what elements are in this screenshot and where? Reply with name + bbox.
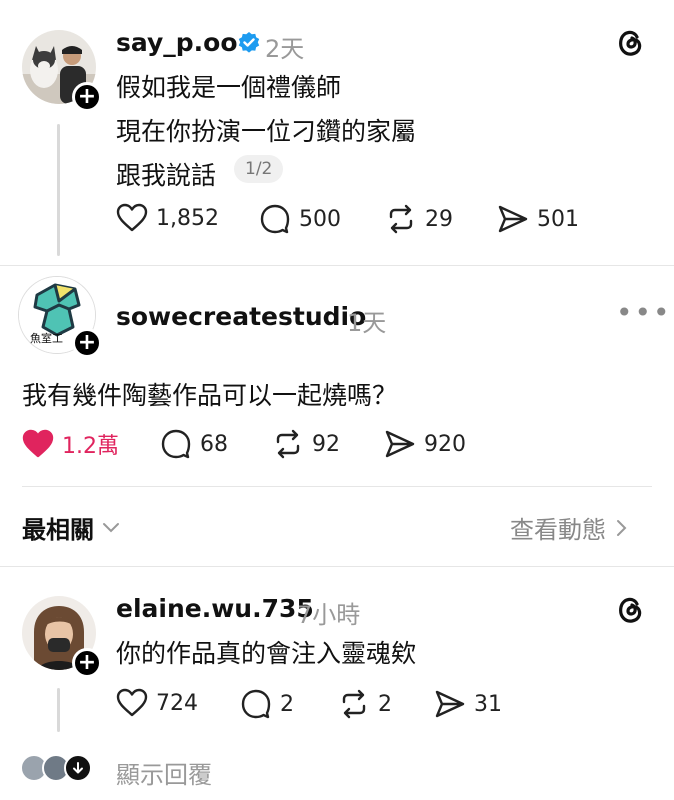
repost-count: 92 bbox=[312, 431, 340, 457]
page-indicator: 1/2 bbox=[234, 155, 284, 183]
follow-plus-button[interactable]: + bbox=[72, 648, 102, 678]
send-icon bbox=[498, 205, 528, 233]
repost-icon bbox=[276, 429, 300, 459]
post-username[interactable]: say_p.oo bbox=[116, 28, 238, 57]
repost-button[interactable]: 2 bbox=[338, 688, 392, 720]
repost-button[interactable]: 92 bbox=[272, 428, 340, 460]
post-time: 2天 bbox=[265, 35, 305, 63]
chevron-down-icon bbox=[103, 522, 119, 532]
share-count: 920 bbox=[424, 431, 466, 457]
divider bbox=[22, 486, 652, 487]
share-count: 31 bbox=[474, 691, 502, 717]
post-text-line: 現在你扮演一位刁鑽的家屬 bbox=[116, 117, 417, 146]
like-button[interactable]: 724 bbox=[116, 688, 198, 718]
repost-icon bbox=[389, 204, 413, 234]
follow-plus-button[interactable]: + bbox=[72, 82, 102, 112]
repost-count: 29 bbox=[425, 206, 453, 232]
share-button[interactable]: 920 bbox=[384, 428, 466, 460]
post-text-line: 假如我是一個禮儀師 bbox=[116, 73, 342, 102]
like-count: 1,852 bbox=[156, 205, 219, 231]
view-activity-link[interactable]: 查看動態 bbox=[510, 510, 628, 545]
repost-button[interactable]: 29 bbox=[385, 203, 453, 235]
threads-logo-icon[interactable] bbox=[614, 593, 646, 633]
repost-icon bbox=[342, 689, 366, 719]
post-time: 1天 bbox=[347, 309, 387, 337]
reply-count: 2 bbox=[280, 691, 294, 717]
like-button[interactable]: 1,852 bbox=[116, 203, 219, 233]
like-count: 724 bbox=[156, 690, 198, 716]
verified-badge-icon bbox=[237, 31, 261, 59]
heart-icon bbox=[116, 688, 148, 717]
comment-icon bbox=[260, 204, 290, 234]
post-text-line: 跟我說話 bbox=[116, 161, 217, 190]
share-button[interactable]: 501 bbox=[497, 203, 579, 235]
divider bbox=[0, 566, 674, 567]
share-count: 501 bbox=[537, 206, 579, 232]
send-icon bbox=[435, 690, 465, 718]
activity-label: 查看動態 bbox=[510, 516, 606, 544]
repost-count: 2 bbox=[378, 691, 392, 717]
expand-replies-icon[interactable] bbox=[64, 754, 92, 782]
reply-button[interactable]: 500 bbox=[259, 203, 341, 235]
sort-dropdown[interactable]: 最相關 bbox=[22, 510, 120, 545]
share-button[interactable]: 31 bbox=[434, 688, 502, 720]
like-count: 1.2萬 bbox=[62, 434, 119, 459]
post-text: 我有幾件陶藝作品可以一起燒嗎？ bbox=[22, 381, 398, 410]
thread-line bbox=[57, 124, 60, 256]
comment-icon bbox=[161, 429, 191, 459]
send-icon bbox=[385, 430, 415, 458]
like-button[interactable]: 1.2萬 bbox=[22, 428, 119, 460]
avatar-text: 魚室工 bbox=[30, 332, 63, 345]
reply-button[interactable]: 2 bbox=[240, 688, 294, 720]
sort-label: 最相關 bbox=[22, 516, 94, 544]
divider bbox=[0, 265, 674, 266]
thread-line bbox=[57, 688, 60, 732]
heart-icon bbox=[116, 203, 148, 232]
follow-plus-button[interactable]: + bbox=[72, 328, 102, 358]
chevron-right-icon bbox=[617, 519, 627, 536]
reply-count: 500 bbox=[299, 206, 341, 232]
threads-logo-icon[interactable] bbox=[614, 26, 646, 66]
post-username[interactable]: sowecreatestudio bbox=[116, 302, 366, 331]
heart-filled-icon bbox=[22, 429, 54, 458]
post-username[interactable]: elaine.wu.735 bbox=[116, 594, 314, 623]
more-options-icon[interactable]: ••• bbox=[616, 296, 672, 329]
post-time: 7小時 bbox=[297, 601, 361, 629]
reply-button[interactable]: 68 bbox=[160, 428, 228, 460]
show-replies-link[interactable]: 顯示回覆 bbox=[116, 755, 212, 790]
comment-icon bbox=[241, 689, 271, 719]
post-text: 你的作品真的會注入靈魂欸 bbox=[116, 639, 417, 668]
reply-count: 68 bbox=[200, 431, 228, 457]
